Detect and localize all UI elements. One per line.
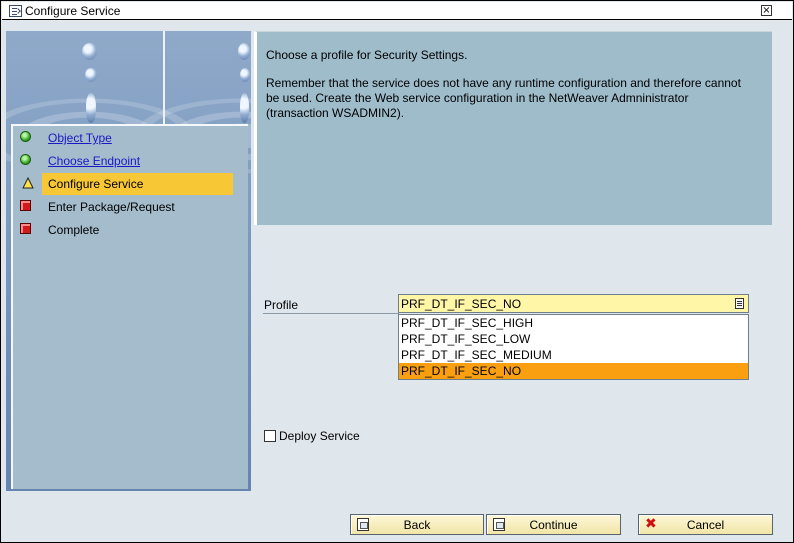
step-complete: Complete [13,219,233,241]
deploy-service-option[interactable]: Deploy Service [264,429,360,443]
step-enter-package-request: Enter Package/Request [13,196,233,218]
profile-label: Profile [264,298,299,312]
red-square-icon [20,200,31,211]
continue-icon [493,518,505,531]
deploy-service-label: Deploy Service [279,429,360,443]
profile-option-medium[interactable]: PRF_DT_IF_SEC_MEDIUM [399,347,748,363]
red-square-icon [20,223,31,234]
info-text-1: Choose a profile for Security Settings. [266,48,468,62]
warning-triangle-icon [22,177,34,189]
step-object-type[interactable]: Object Type [13,127,233,149]
profile-dropdown[interactable]: PRF_DT_IF_SEC_NO [398,294,749,313]
cancel-button[interactable]: ✖ Cancel [638,514,773,535]
profile-label-underline [263,313,399,314]
info-text-2: Remember that the service does not have … [266,76,741,120]
back-button[interactable]: Back [350,514,484,535]
step-configure-service: Configure Service [42,173,233,195]
info-message-box: Choose a profile for Security Settings. … [254,31,772,225]
profile-option-low[interactable]: PRF_DT_IF_SEC_LOW [399,331,748,347]
profile-option-no[interactable]: PRF_DT_IF_SEC_NO [399,363,748,379]
profile-options-list: PRF_DT_IF_SEC_HIGH PRF_DT_IF_SEC_LOW PRF… [398,314,749,380]
cancel-x-icon: ✖ [645,516,657,532]
water-drop-icon [240,93,249,123]
step-label[interactable]: Object Type [48,131,112,145]
step-label: Complete [48,223,100,237]
step-label: Enter Package/Request [48,200,175,214]
banner-divider [163,31,165,126]
water-drop-icon [240,68,250,82]
water-drop-icon [82,43,97,60]
step-label[interactable]: Choose Endpoint [48,154,140,168]
wizard-roadmap-panel: Object Type Choose Endpoint Configure Se… [6,31,251,491]
profile-option-high[interactable]: PRF_DT_IF_SEC_HIGH [399,315,748,331]
profile-dropdown-value: PRF_DT_IF_SEC_NO [401,296,522,311]
step-label: Configure Service [48,177,144,191]
water-drop-icon [85,68,97,82]
step-choose-endpoint[interactable]: Choose Endpoint [13,150,233,172]
green-dot-icon [20,154,31,165]
title-bar: Configure Service × [2,2,792,20]
continue-button[interactable]: Continue [486,514,621,535]
window-icon [9,4,22,17]
dropdown-list-icon[interactable] [735,298,744,309]
configure-service-dialog: Configure Service × Object Type Choose E… [0,0,794,543]
green-dot-icon [20,131,31,142]
water-drop-icon [86,93,96,123]
back-icon [357,518,369,531]
window-title: Configure Service [25,3,121,18]
back-button-label: Back [403,517,431,532]
water-drop-icon [238,43,250,60]
wizard-steps-list: Object Type Choose Endpoint Configure Se… [11,124,248,489]
continue-button-label: Continue [529,517,578,532]
deploy-service-checkbox[interactable] [264,430,276,442]
cancel-button-label: Cancel [686,517,725,532]
close-button[interactable]: × [761,5,772,16]
